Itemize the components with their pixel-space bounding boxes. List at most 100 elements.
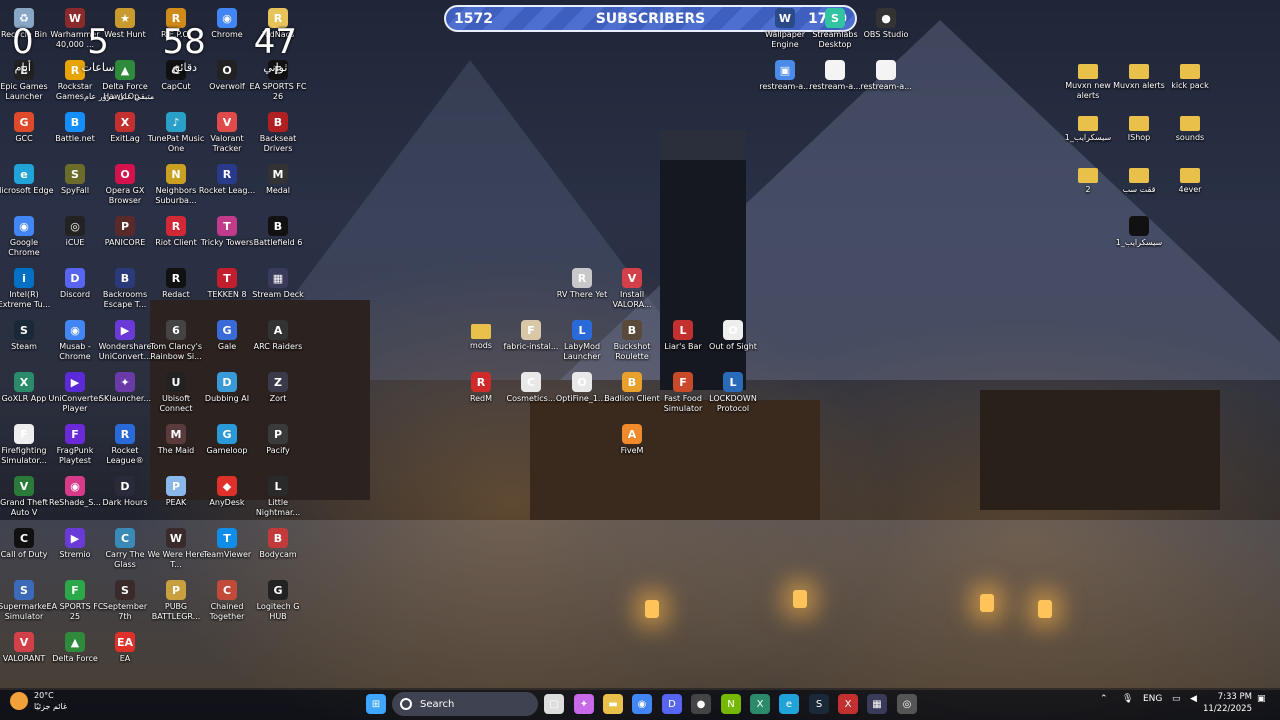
desktop-icon[interactable]: B Battlefield 6: [252, 212, 304, 262]
desktop-icon[interactable]: S SpyFall: [49, 160, 101, 210]
desktop-icon[interactable]: T TeamViewer: [201, 524, 253, 574]
desktop-icon[interactable]: U Ubisoft Connect: [150, 368, 202, 418]
desktop-icon[interactable]: 2: [1062, 160, 1114, 210]
desktop-icon[interactable]: C Chained Together: [201, 576, 253, 626]
desktop-icon[interactable]: D Dark Hours: [99, 472, 151, 522]
desktop-icon[interactable]: C Call of Duty: [0, 524, 50, 574]
desktop-icon[interactable]: ▶ Wondershare UniConvert...: [99, 316, 151, 366]
desktop-icon[interactable]: L Little Nightmar...: [252, 472, 304, 522]
desktop-icon[interactable]: Z Zort: [252, 368, 304, 418]
nvidia-icon[interactable]: N: [721, 694, 741, 714]
language-indicator[interactable]: ENG: [1143, 694, 1162, 704]
desktop-icon[interactable]: R RV There Yet: [556, 264, 608, 314]
desktop-icon[interactable]: ▦ Stream Deck: [252, 264, 304, 314]
desktop-icon[interactable]: B Bodycam: [252, 524, 304, 574]
desktop-icon[interactable]: V Grand Theft Auto V: [0, 472, 50, 522]
desktop-icon[interactable]: X ExitLag: [99, 108, 151, 158]
desktop-icon[interactable]: ▲ Delta Force: [49, 628, 101, 678]
notification-bell-icon[interactable]: ▣: [1257, 694, 1266, 704]
desktop-icon[interactable]: ◉ Google Chrome: [0, 212, 50, 262]
desktop-icon[interactable]: W Wallpaper Engine: [759, 4, 811, 54]
desktop-icon[interactable]: Muvxn alerts: [1113, 56, 1165, 106]
desktop-icon[interactable]: C Cosmetics...: [505, 368, 557, 418]
desktop-icon[interactable]: B Battle.net: [49, 108, 101, 158]
desktop-icon[interactable]: A FiveM: [606, 420, 658, 470]
obs-studio-taskbar-icon[interactable]: ◎: [897, 694, 917, 714]
desktop-icon[interactable]: 6 Tom Clancy's Rainbow Si...: [150, 316, 202, 366]
desktop-icon[interactable]: e Microsoft Edge: [0, 160, 54, 210]
desktop-icon[interactable]: G Gale: [201, 316, 253, 366]
desktop-icon[interactable]: S Steam: [0, 316, 50, 366]
desktop-icon[interactable]: M The Maid: [150, 420, 202, 470]
desktop-icon[interactable]: R RedM: [455, 368, 507, 418]
desktop-icon[interactable]: W We Were Here T...: [148, 524, 204, 574]
desktop-icon[interactable]: D Discord: [49, 264, 101, 314]
chevron-up-icon[interactable]: ⌃: [1100, 694, 1108, 704]
start-button[interactable]: ⊞: [366, 694, 386, 714]
desktop-icon[interactable]: L LabyMod Launcher: [556, 316, 608, 366]
desktop-icon[interactable]: sounds: [1164, 108, 1216, 158]
desktop-icon[interactable]: EA EA: [99, 628, 151, 678]
desktop-icon[interactable]: A ARC Raiders: [252, 316, 304, 366]
desktop-icon[interactable]: ققت سب: [1113, 160, 1165, 210]
desktop-icon[interactable]: S Streamlabs Desktop: [809, 4, 861, 54]
desktop-icon[interactable]: R Rocket League®: [99, 420, 151, 470]
desktop-icon[interactable]: V Install VALORA...: [606, 264, 658, 314]
desktop-icon[interactable]: S Supermarket Simulator: [0, 576, 50, 626]
desktop-icon[interactable]: V VALORANT: [0, 628, 50, 678]
desktop-icon[interactable]: P Pacify: [252, 420, 304, 470]
desktop-icon[interactable]: B Badlion Client: [604, 368, 660, 418]
desktop-icon[interactable]: ◎ iCUE: [49, 212, 101, 262]
desktop-icon[interactable]: mods: [455, 316, 507, 366]
desktop-icon[interactable]: R Riot Client: [150, 212, 202, 262]
desktop-icon[interactable]: O Out of Sight: [707, 316, 759, 366]
desktop-icon[interactable]: restream-a...: [860, 56, 912, 106]
steam-taskbar-icon[interactable]: S: [809, 694, 829, 714]
desktop-icon[interactable]: B Backseat Drivers: [252, 108, 304, 158]
taskbar-clock[interactable]: 7:33 PM 11/22/2025: [1203, 691, 1252, 715]
desktop-icon[interactable]: ▶ UniConverter Player: [49, 368, 102, 418]
desktop-icon[interactable]: سيسكرايب_1: [1062, 108, 1114, 158]
desktop-icon[interactable]: X GoXLR App: [0, 368, 50, 418]
desktop-icon[interactable]: kick pack: [1164, 56, 1216, 106]
microphone-icon[interactable]: 🎙: [1122, 694, 1133, 704]
desktop-icon[interactable]: Muvxn new alerts: [1062, 56, 1114, 106]
desktop-icon[interactable]: N Neighbors Suburba...: [150, 160, 202, 210]
obs-taskbar-icon[interactable]: ●: [691, 694, 711, 714]
desktop-icon[interactable]: ◉ ReShade_S...: [49, 472, 101, 522]
goxlr-taskbar-icon[interactable]: X: [750, 694, 770, 714]
chrome-taskbar-icon[interactable]: ◉: [632, 694, 652, 714]
desktop-icon[interactable]: P PUBG BATTLEGR...: [150, 576, 202, 626]
desktop-icon[interactable]: G Logitech G HUB: [252, 576, 304, 626]
desktop-icon[interactable]: O OptiFine_1....: [556, 368, 608, 418]
desktop-icon[interactable]: ✦ SKlauncher...: [99, 368, 151, 418]
desktop-icon[interactable]: O Opera GX Browser: [99, 160, 151, 210]
desktop-icon[interactable]: سيسكرايب_1: [1113, 212, 1165, 262]
task-view-icon[interactable]: ▢: [544, 694, 564, 714]
desktop-icon[interactable]: P PANICORE: [99, 212, 151, 262]
desktop-icon[interactable]: C Carry The Glass: [99, 524, 151, 574]
desktop-icon[interactable]: L LOCKDOWN Protocol: [707, 368, 759, 418]
desktop-icon[interactable]: restream-a...: [809, 56, 861, 106]
desktop-icon[interactable]: ◆ AnyDesk: [201, 472, 253, 522]
copilot-icon[interactable]: ✦: [574, 694, 594, 714]
desktop-icon[interactable]: IShop: [1113, 108, 1165, 158]
desktop-icon[interactable]: ▣ restream-a...: [759, 56, 811, 106]
desktop-icon[interactable]: B Backrooms Escape T...: [99, 264, 151, 314]
edge-taskbar-icon[interactable]: e: [779, 694, 799, 714]
desktop-icon[interactable]: ◉ Musab - Chrome: [49, 316, 101, 366]
desktop-icon[interactable]: D Dubbing AI: [201, 368, 253, 418]
desktop-icon[interactable]: L Liar's Bar: [657, 316, 709, 366]
desktop-icon[interactable]: ● OBS Studio: [860, 4, 912, 54]
desktop-icon[interactable]: F FragPunk Playtest: [49, 420, 101, 470]
desktop-icon[interactable]: i Intel(R) Extreme Tu...: [0, 264, 50, 314]
discord-taskbar-icon[interactable]: D: [662, 694, 682, 714]
desktop-icon[interactable]: Ffabric-instal...: [504, 316, 558, 366]
desktop-icon[interactable]: G GCC: [0, 108, 50, 158]
desktop-icon[interactable]: 4ever: [1164, 160, 1216, 210]
stream-deck-taskbar-icon[interactable]: ▦: [867, 694, 887, 714]
weather-widget[interactable]: 20°C غائم جزئيًا: [10, 690, 67, 712]
desktop-icon[interactable]: F Fast Food Simulator: [657, 368, 709, 418]
volume-icon[interactable]: ◀: [1190, 694, 1197, 704]
desktop-icon[interactable]: F EA SPORTS FC 25: [47, 576, 103, 626]
